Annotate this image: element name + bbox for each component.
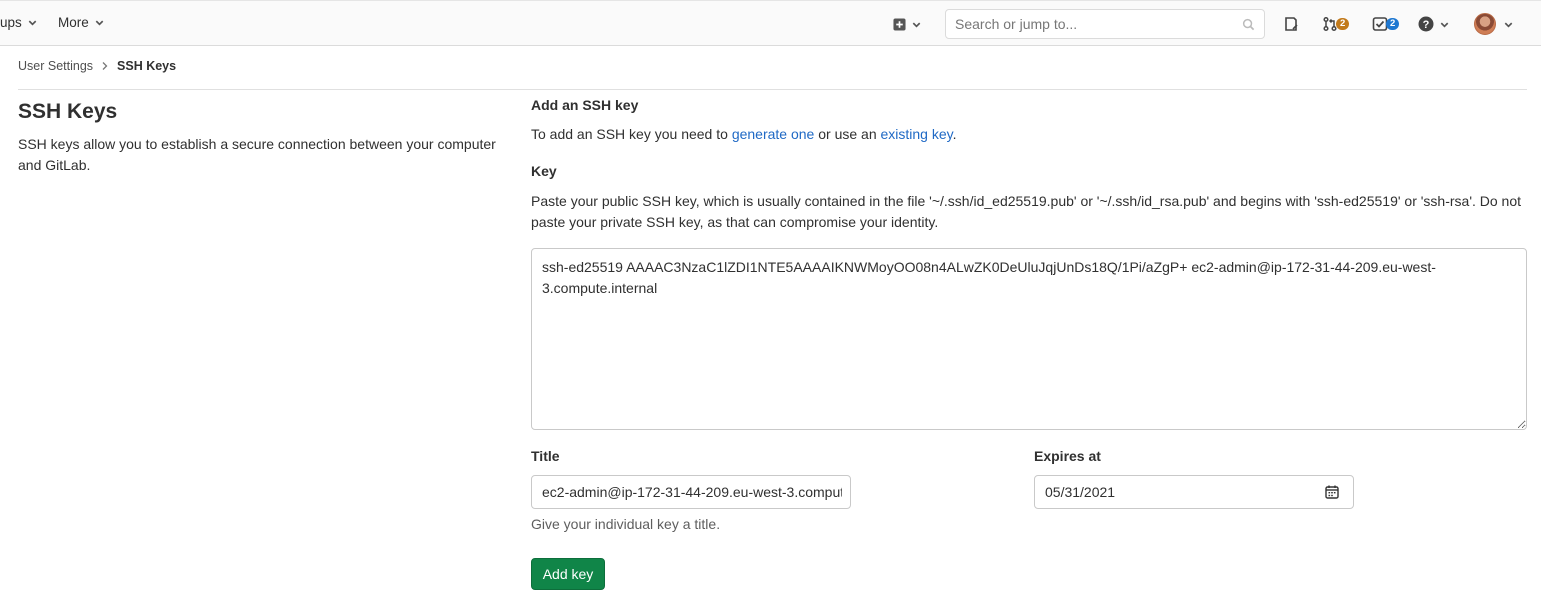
generate-one-link[interactable]: generate one xyxy=(732,126,815,142)
title-input[interactable] xyxy=(542,484,842,500)
breadcrumb-user-settings[interactable]: User Settings xyxy=(18,59,93,73)
intro-suffix: . xyxy=(952,126,957,142)
help-dropdown[interactable]: ? xyxy=(1418,15,1450,33)
search-input[interactable] xyxy=(955,16,1235,32)
chevron-down-icon xyxy=(95,20,104,26)
issues-link[interactable] xyxy=(1283,15,1299,33)
groups-menu-label: ups xyxy=(0,15,22,30)
merge-requests-count-badge: 2 xyxy=(1336,18,1350,30)
svg-text:?: ? xyxy=(1423,19,1430,31)
title-hint: Give your individual key a title. xyxy=(531,516,721,532)
add-ssh-key-heading: Add an SSH key xyxy=(531,97,639,113)
more-menu-label: More xyxy=(58,15,89,30)
user-menu-toggle[interactable] xyxy=(1503,15,1514,33)
breadcrumb-ssh-keys[interactable]: SSH Keys xyxy=(117,59,176,73)
intro-prefix: To add an SSH key you need to xyxy=(531,126,732,142)
breadcrumb: User Settings SSH Keys xyxy=(18,59,176,73)
top-navbar: ups More 2 2 ? xyxy=(0,0,1541,46)
chevron-down-icon xyxy=(912,22,921,28)
expires-at-field[interactable] xyxy=(1034,475,1354,509)
issues-icon xyxy=(1285,17,1298,31)
intro-middle: or use an xyxy=(814,126,881,142)
avatar[interactable] xyxy=(1474,13,1496,35)
expires-at-label: Expires at xyxy=(1034,448,1101,464)
search-box[interactable] xyxy=(945,9,1265,39)
todos-link[interactable]: 2 xyxy=(1372,15,1400,33)
existing-key-link[interactable]: existing key xyxy=(881,126,953,142)
add-key-button[interactable]: Add key xyxy=(531,558,605,590)
calendar-icon[interactable] xyxy=(1325,485,1339,499)
divider xyxy=(18,89,1527,90)
key-label: Key xyxy=(531,163,557,179)
chevron-down-icon xyxy=(28,20,37,26)
help-icon: ? xyxy=(1418,16,1434,32)
groups-menu[interactable]: ups xyxy=(0,15,38,30)
plus-square-icon xyxy=(893,17,906,31)
more-menu[interactable]: More xyxy=(58,15,105,30)
todos-count-badge: 2 xyxy=(1386,18,1400,30)
chevron-down-icon xyxy=(1440,22,1449,28)
chevron-right-icon xyxy=(102,62,108,70)
expires-at-input[interactable] xyxy=(1045,484,1305,500)
merge-requests-link[interactable]: 2 xyxy=(1322,15,1350,33)
page-title: SSH Keys xyxy=(18,100,118,123)
search-icon xyxy=(1242,18,1255,31)
key-help-text: Paste your public SSH key, which is usua… xyxy=(531,193,1522,230)
title-label: Title xyxy=(531,448,560,464)
page-description: SSH keys allow you to establish a secure… xyxy=(18,136,496,173)
title-field[interactable] xyxy=(531,475,851,509)
key-textarea[interactable]: ssh-ed25519 AAAAC3NzaC1lZDI1NTE5AAAAIKNW… xyxy=(531,248,1527,430)
add-ssh-key-intro: To add an SSH key you need to generate o… xyxy=(531,126,957,142)
chevron-down-icon xyxy=(1504,22,1513,28)
new-dropdown[interactable] xyxy=(893,15,922,33)
